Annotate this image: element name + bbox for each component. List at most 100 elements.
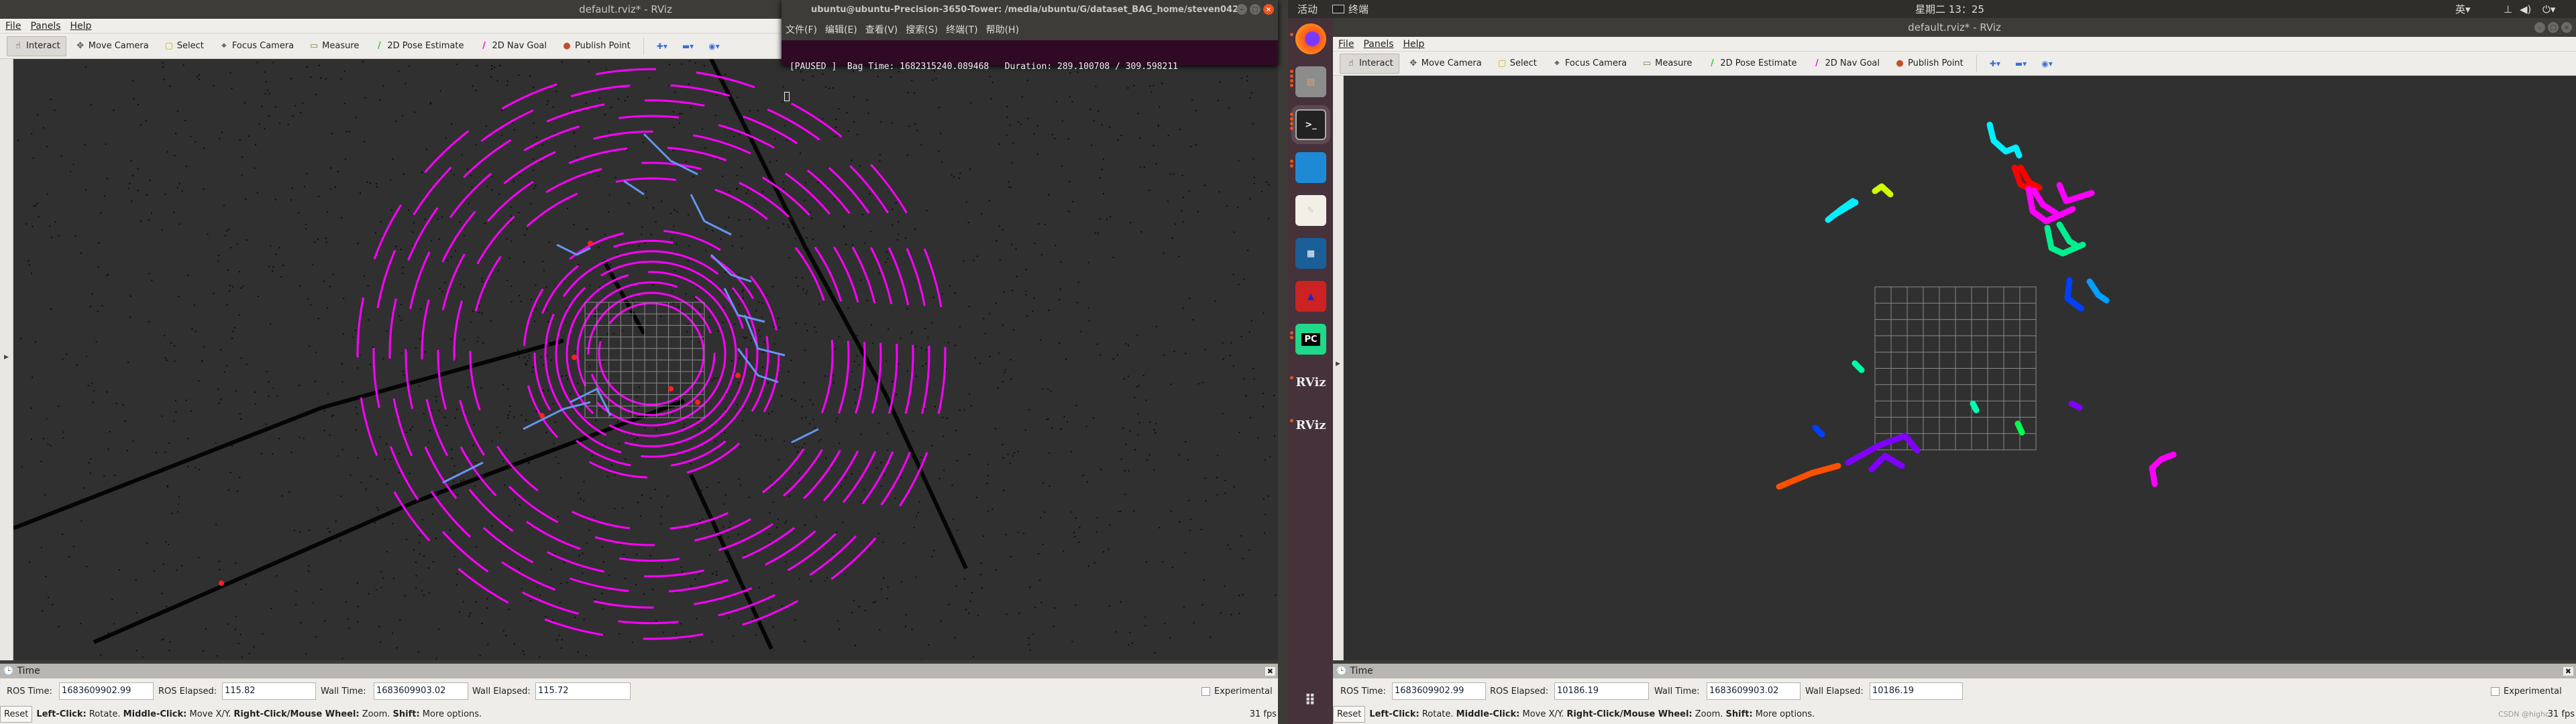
terminal-content[interactable]: [PAUSED ] Bag Time: 1682315240.089468 Du… — [782, 40, 1278, 101]
ros-time-field[interactable]: 1683609902.99 — [1392, 682, 1486, 700]
menu-help[interactable]: Help — [1403, 39, 1425, 50]
tool-move-camera[interactable]: ✥ Move Camera — [69, 36, 155, 56]
pycharm-icon[interactable]: PC — [1295, 324, 1326, 355]
ros-elapsed-field[interactable]: 115.82 — [222, 682, 316, 700]
reset-button[interactable]: Reset — [1333, 705, 1366, 723]
tool-move-camera[interactable]: ✥ Move Camera — [1402, 54, 1488, 74]
point — [463, 286, 465, 288]
terminal-menu-item[interactable]: 帮助(H) — [986, 23, 1019, 36]
cmake-icon[interactable]: ▲ — [1295, 281, 1326, 312]
terminal-icon[interactable]: >_ — [1295, 109, 1326, 140]
wall-time-field[interactable]: 1683609903.02 — [1707, 682, 1801, 700]
tool-2d-nav-goal[interactable]: /2D Nav Goal — [1805, 54, 1886, 74]
point — [369, 363, 371, 365]
maximize-button[interactable]: □ — [1250, 4, 1260, 15]
show-apps-icon[interactable]: ⠿ — [1295, 685, 1326, 716]
point — [1210, 636, 1212, 638]
tool-interact[interactable]: ☝ Interact — [1340, 53, 1399, 74]
terminal-window[interactable]: ubuntu@ubuntu-Precision-3650-Tower: /med… — [782, 0, 1278, 101]
rviz-icon[interactable]: RViz — [1295, 410, 1326, 440]
vscode-icon[interactable]: ⋈ — [1295, 152, 1326, 183]
experimental-checkbox[interactable] — [2491, 686, 2500, 696]
point — [957, 460, 959, 462]
tool-2d-nav-goal[interactable]: /2D Nav Goal — [472, 36, 553, 56]
add-tool-icon[interactable]: ✚▾ — [1984, 54, 2006, 74]
right-3d-viewport[interactable] — [1344, 76, 2576, 660]
text-editor-icon[interactable]: ✎ — [1295, 195, 1326, 226]
tool-2d-pose-estimate[interactable]: /2D Pose Estimate — [1701, 54, 1803, 74]
right-side-panel-collapsed[interactable]: ▶ — [1333, 76, 1344, 660]
point — [1253, 378, 1255, 380]
point — [1134, 448, 1136, 450]
clock[interactable]: 星期二 13：25 — [1915, 2, 1984, 16]
minimize-button[interactable]: – — [1236, 4, 1247, 15]
tool-publish-point[interactable]: ● Publish Point — [555, 36, 637, 56]
remove-tool-icon[interactable]: ▬▾ — [2009, 54, 2033, 74]
minimize-button[interactable]: – — [2534, 22, 2545, 33]
expand-arrow-icon[interactable]: ▶ — [1336, 361, 1340, 367]
tool-publish-point[interactable]: ● Publish Point — [1888, 54, 1970, 74]
close-button[interactable]: × — [1263, 4, 1274, 15]
camera-type-icon[interactable]: ◉▾ — [2035, 54, 2059, 74]
point — [146, 542, 148, 544]
menu-file[interactable]: File — [1338, 39, 1354, 50]
reset-button[interactable]: Reset — [0, 705, 33, 723]
tool-select[interactable]: ▢ Select — [158, 36, 210, 56]
magenta-arrow-icon: / — [1815, 58, 1819, 68]
tool-interact[interactable]: ☝ Interact — [7, 36, 66, 56]
close-panel-button[interactable]: ✖ — [1265, 666, 1275, 676]
remove-tool-icon[interactable]: ▬▾ — [676, 36, 700, 56]
point — [616, 421, 619, 423]
point — [264, 93, 266, 95]
volume-icon[interactable]: ◀) — [2520, 3, 2531, 15]
camera-type-icon[interactable]: ◉▾ — [702, 36, 726, 56]
power-icon[interactable]: ⏻▾ — [2542, 3, 2555, 15]
tool-2d-pose-estimate[interactable]: /2D Pose Estimate — [368, 36, 470, 56]
point — [62, 358, 64, 360]
terminal-menu-item[interactable]: 终端(T) — [946, 23, 977, 36]
wall-elapsed-field[interactable]: 115.72 — [535, 682, 631, 700]
tool-focus-camera[interactable]: ⌖ Focus Camera — [213, 36, 300, 56]
terminal-menu-item[interactable]: 搜索(S) — [906, 23, 938, 36]
network-icon[interactable]: ⊥ — [2504, 3, 2512, 15]
point — [38, 216, 40, 218]
rviz-icon[interactable]: RViz — [1295, 367, 1326, 398]
tool-focus-camera[interactable]: ⌖ Focus Camera — [1546, 54, 1633, 74]
experimental-checkbox[interactable] — [1201, 686, 1210, 696]
left-3d-viewport[interactable] — [13, 59, 1278, 660]
ros-elapsed-field[interactable]: 10186.19 — [1554, 682, 1649, 700]
close-panel-button[interactable]: ✖ — [2563, 666, 2573, 676]
ros-time-field[interactable]: 1683609902.99 — [59, 682, 154, 700]
point — [454, 417, 456, 419]
files-icon[interactable]: ▤ — [1295, 66, 1326, 97]
point — [168, 442, 170, 444]
close-button[interactable]: × — [2561, 22, 2572, 33]
menu-panels[interactable]: Panels — [1363, 39, 1393, 50]
tool-measure[interactable]: ▭ Measure — [1635, 54, 1698, 74]
add-tool-icon[interactable]: ✚▾ — [651, 36, 674, 56]
left-side-panel-collapsed[interactable]: ▶ — [0, 59, 13, 660]
terminal-menu-item[interactable]: 查看(V) — [865, 23, 898, 36]
wall-elapsed-field[interactable]: 10186.19 — [1870, 682, 1963, 700]
app-indicator[interactable]: 终端 — [1348, 2, 1368, 16]
input-method-indicator[interactable]: 英▾ — [2455, 2, 2471, 16]
point — [1003, 291, 1005, 293]
maximize-button[interactable]: □ — [2548, 22, 2559, 33]
point — [490, 320, 492, 322]
libreoffice-writer-icon[interactable]: ▦ — [1295, 238, 1326, 269]
tool-select[interactable]: ▢ Select — [1491, 54, 1543, 74]
terminal-menu-item[interactable]: 编辑(E) — [825, 23, 857, 36]
expand-arrow-icon[interactable]: ▶ — [4, 354, 9, 361]
menu-panels[interactable]: Panels — [30, 21, 60, 32]
firefox-icon[interactable]: ◕ — [1295, 23, 1326, 54]
tool-measure[interactable]: ▭ Measure — [303, 36, 365, 56]
menu-file[interactable]: File — [5, 21, 21, 32]
menu-help[interactable]: Help — [70, 21, 92, 32]
point — [376, 478, 378, 480]
point — [608, 211, 610, 213]
point — [788, 495, 790, 497]
activities-button[interactable]: 活动 — [1297, 2, 1318, 16]
terminal-menu-item[interactable]: 文件(F) — [786, 23, 817, 36]
point — [46, 193, 48, 195]
wall-time-field[interactable]: 1683609903.02 — [374, 682, 468, 700]
